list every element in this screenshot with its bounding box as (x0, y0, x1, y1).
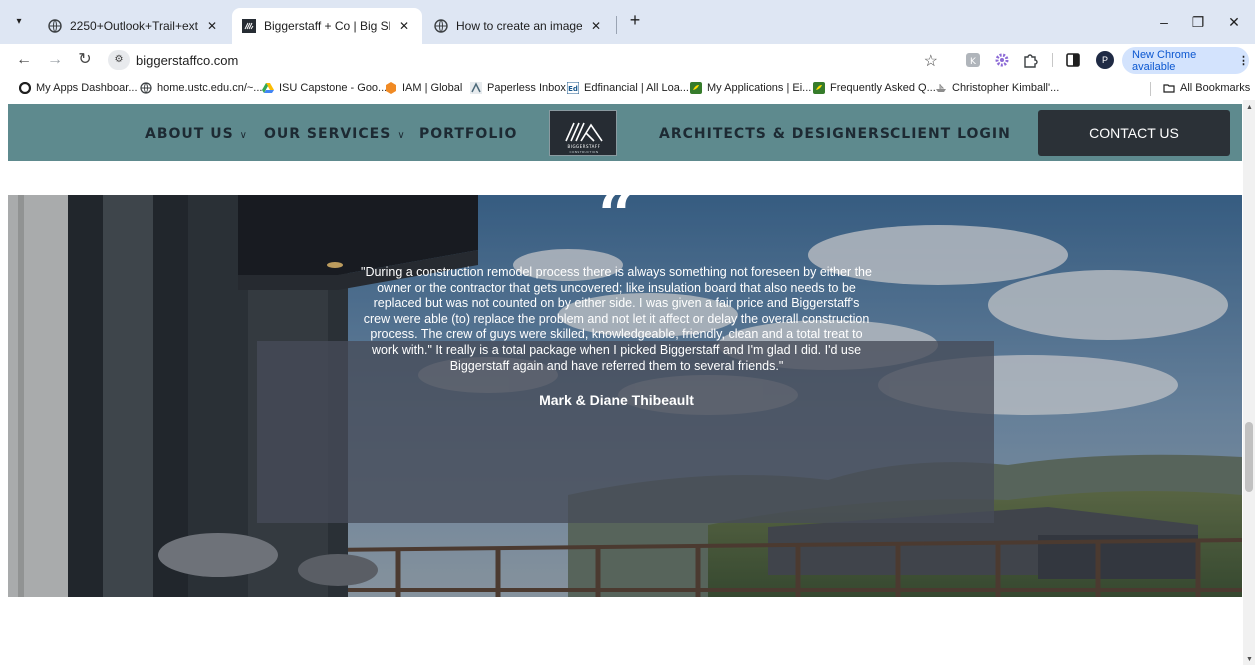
tab-title: Biggerstaff + Co | Big Sky Mont (264, 19, 390, 33)
site-info-icon[interactable]: ⚙ (108, 50, 130, 70)
scroll-down-icon[interactable]: ▼ (1246, 656, 1253, 663)
all-bookmarks-label: All Bookmarks (1180, 82, 1251, 94)
bookmark-label: Christopher Kimball'... (952, 82, 1060, 94)
bookmark-label: IAM | Global (402, 82, 463, 94)
globe-icon (140, 82, 152, 94)
browser-toolbar: ← → ↻ ⚙ biggerstaffco.com ☆ K P New Chro… (0, 44, 1255, 76)
bookmark-label: home.ustc.edu.cn/~... (157, 82, 263, 94)
testimonial-text: "During a construction remodel process t… (361, 265, 872, 373)
contact-us-button[interactable]: CONTACT US (1038, 110, 1230, 156)
reload-icon[interactable]: ↻ (73, 48, 97, 72)
folder-icon (1163, 84, 1175, 93)
globe-icon (48, 19, 62, 33)
nav-client-login[interactable]: CLIENT LOGIN (890, 126, 1011, 142)
profile-avatar[interactable]: P (1096, 51, 1114, 69)
browser-tab-strip: ▾ 2250+Outlook+Trail+exterior1 - ✕ Bigge… (0, 0, 1255, 44)
address-bar[interactable]: ⚙ biggerstaffco.com ☆ (104, 47, 950, 74)
tab-outlook-trail[interactable]: 2250+Outlook+Trail+exterior1 - ✕ (38, 8, 230, 44)
logo-subtext: CONSTRUCTION (570, 150, 599, 154)
tab-title: How to create an image grid in (456, 19, 582, 33)
forward-arrow-icon[interactable]: → (43, 48, 67, 72)
nav-our-services[interactable]: OUR SERVICES ∨ (264, 126, 406, 142)
bookmark-item[interactable]: home.ustc.edu.cn/~... (140, 80, 262, 96)
bookmark-item[interactable]: ISU Capstone - Goo... (262, 80, 387, 96)
restore-icon[interactable]: ❐ (1186, 10, 1210, 34)
nav-about-us[interactable]: ABOUT US ∨ (145, 126, 248, 142)
edfinancial-icon: Ed (567, 82, 579, 94)
svg-text:Ed: Ed (568, 85, 578, 93)
all-bookmarks-button[interactable]: All Bookmarks (1163, 80, 1250, 96)
close-tab-icon[interactable]: ✕ (204, 19, 220, 33)
biggerstaff-favicon-icon (242, 19, 256, 33)
tab-search-chevron-icon[interactable]: ▾ (8, 10, 30, 32)
scroll-up-icon[interactable]: ▲ (1246, 104, 1253, 111)
biggerstaff-logo-icon: BIGGERSTAFF CONSTRUCTION (565, 122, 603, 154)
bookmark-star-icon[interactable]: ☆ (924, 51, 938, 71)
site-header: ABOUT US ∨ OUR SERVICES ∨ PORTFOLIO BIGGER… (8, 104, 1242, 161)
bookmarks-divider (1150, 82, 1151, 96)
more-menu-icon[interactable]: ⋮ (1238, 54, 1249, 67)
bookmark-label: Frequently Asked Q... (830, 82, 936, 94)
bookmark-item[interactable]: Ed Edfinancial | All Loa... (567, 80, 689, 96)
extension-icon[interactable]: K (964, 51, 982, 69)
chevron-down-icon: ∨ (397, 130, 406, 141)
bookmark-item[interactable]: Frequently Asked Q... (813, 80, 936, 96)
logo-wordmark: BIGGERSTAFF (568, 144, 601, 149)
nav-services-label: OUR SERVICES (264, 126, 392, 142)
bookmark-label: My Apps Dashboar... (36, 82, 138, 94)
nav-about-label: ABOUT US (145, 126, 234, 142)
bookmark-label: Edfinancial | All Loa... (584, 82, 689, 94)
tab-title: 2250+Outlook+Trail+exterior1 - (70, 19, 198, 33)
close-tab-icon[interactable]: ✕ (588, 19, 604, 33)
back-arrow-icon[interactable]: ← (12, 48, 36, 72)
john-deere-icon (690, 82, 702, 94)
bookmark-item[interactable]: Paperless Inbox (470, 80, 566, 96)
toolbar-divider (1052, 53, 1053, 67)
side-panel-icon[interactable] (1064, 51, 1082, 69)
new-tab-button[interactable]: + (624, 10, 646, 32)
site-logo[interactable]: BIGGERSTAFF CONSTRUCTION (549, 110, 617, 156)
bookmark-item[interactable]: Christopher Kimball'... (935, 80, 1059, 96)
nav-portfolio[interactable]: PORTFOLIO (419, 126, 517, 142)
bookmark-item[interactable]: My Applications | Ei... (690, 80, 811, 96)
gear-extension-icon[interactable] (993, 51, 1011, 69)
hexagon-icon (386, 82, 396, 94)
bookmarks-bar: My Apps Dashboar... home.ustc.edu.cn/~..… (0, 76, 1255, 100)
web-page: ABOUT US ∨ OUR SERVICES ∨ PORTFOLIO BIGGER… (0, 100, 1243, 665)
bookmark-item[interactable]: IAM | Global (385, 80, 462, 96)
nav-architects-designers[interactable]: ARCHITECTS & DESIGNERS (659, 126, 891, 142)
circle-app-icon (19, 82, 31, 94)
close-tab-icon[interactable]: ✕ (396, 19, 412, 33)
globe-icon (434, 19, 448, 33)
update-label: New Chrome available (1132, 48, 1197, 73)
john-deere-icon (813, 82, 825, 94)
quote-mark: “ (598, 178, 635, 253)
tab-separator (616, 16, 617, 34)
scrollbar-thumb[interactable] (1245, 422, 1253, 492)
chrome-update-button[interactable]: New Chrome available ⋮ (1122, 47, 1249, 74)
testimonial-author: Mark & Diane Thibeault (539, 392, 694, 408)
ship-icon (936, 84, 946, 92)
tab-biggerstaff[interactable]: Biggerstaff + Co | Big Sky Mont ✕ (232, 8, 422, 44)
google-drive-icon (262, 83, 274, 93)
tab-image-grid[interactable]: How to create an image grid in ✕ (424, 8, 614, 44)
bookmark-label: Paperless Inbox (487, 82, 566, 94)
minimize-icon[interactable]: – (1152, 10, 1176, 34)
close-window-icon[interactable]: ✕ (1222, 10, 1246, 34)
paperless-icon (470, 82, 482, 94)
bookmark-label: ISU Capstone - Goo... (279, 82, 388, 94)
bookmark-label: My Applications | Ei... (707, 82, 812, 94)
puzzle-extensions-icon[interactable] (1021, 51, 1039, 69)
chevron-down-icon: ∨ (239, 130, 248, 141)
page-scrollbar[interactable]: ▲ ▼ (1243, 100, 1255, 665)
url-text[interactable]: biggerstaffco.com (136, 53, 238, 68)
bookmark-item[interactable]: My Apps Dashboar... (19, 80, 138, 96)
